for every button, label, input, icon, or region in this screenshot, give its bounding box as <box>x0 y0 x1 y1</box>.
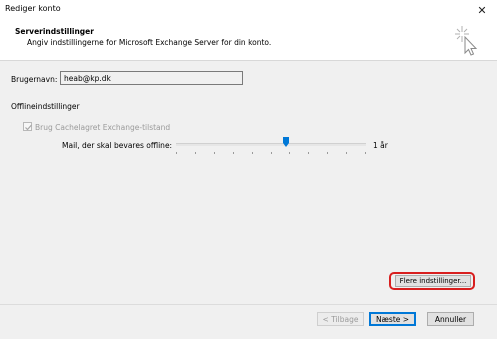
close-button[interactable]: ✕ <box>467 0 497 20</box>
mail-offline-label: Mail, der skal bevares offline: <box>62 141 173 150</box>
slider-tick <box>214 152 215 154</box>
header-subtitle: Angiv indstillingerne for Microsoft Exch… <box>27 38 272 47</box>
cached-mode-label: Brug Cachelagret Exchange-tilstand <box>35 123 171 132</box>
username-field[interactable]: heab@kp.dk <box>60 71 243 85</box>
exchange-server-icon <box>455 26 478 56</box>
settings-panel <box>0 61 497 304</box>
mail-offline-value: 1 år <box>373 141 388 150</box>
slider-tick <box>346 152 347 154</box>
back-button[interactable]: < Tilbage <box>317 312 364 326</box>
close-icon: ✕ <box>477 3 487 17</box>
slider-thumb[interactable] <box>283 137 289 147</box>
cancel-button[interactable]: Annuller <box>427 312 474 326</box>
slider-track <box>176 143 366 146</box>
edit-account-dialog: Rediger konto ✕ Serverindstillinger Angi… <box>0 0 497 339</box>
slider-tick <box>252 152 253 154</box>
header-title: Serverindstillinger <box>15 27 94 36</box>
slider-tick <box>176 152 177 154</box>
dialog-footer <box>0 304 497 339</box>
window-title: Rediger konto <box>5 4 61 13</box>
offline-settings-title: Offlineindstillinger <box>11 102 80 111</box>
slider-tick <box>365 152 366 154</box>
slider-tick <box>195 152 196 154</box>
cached-mode-checkbox[interactable] <box>23 122 32 131</box>
slider-tick <box>271 152 272 154</box>
slider-tick <box>327 152 328 154</box>
mail-offline-slider[interactable] <box>176 137 366 157</box>
dialog-header: Serverindstillinger Angiv indstillingern… <box>0 20 497 61</box>
username-label: Brugernavn: <box>11 75 58 84</box>
title-bar: Rediger konto ✕ <box>0 0 497 20</box>
next-button[interactable]: Næste > <box>369 312 416 326</box>
slider-tick <box>289 152 290 154</box>
slider-tick <box>233 152 234 154</box>
more-settings-button[interactable]: Flere indstillinger... <box>395 275 471 287</box>
slider-tick <box>308 152 309 154</box>
checkmark-icon <box>25 124 32 131</box>
